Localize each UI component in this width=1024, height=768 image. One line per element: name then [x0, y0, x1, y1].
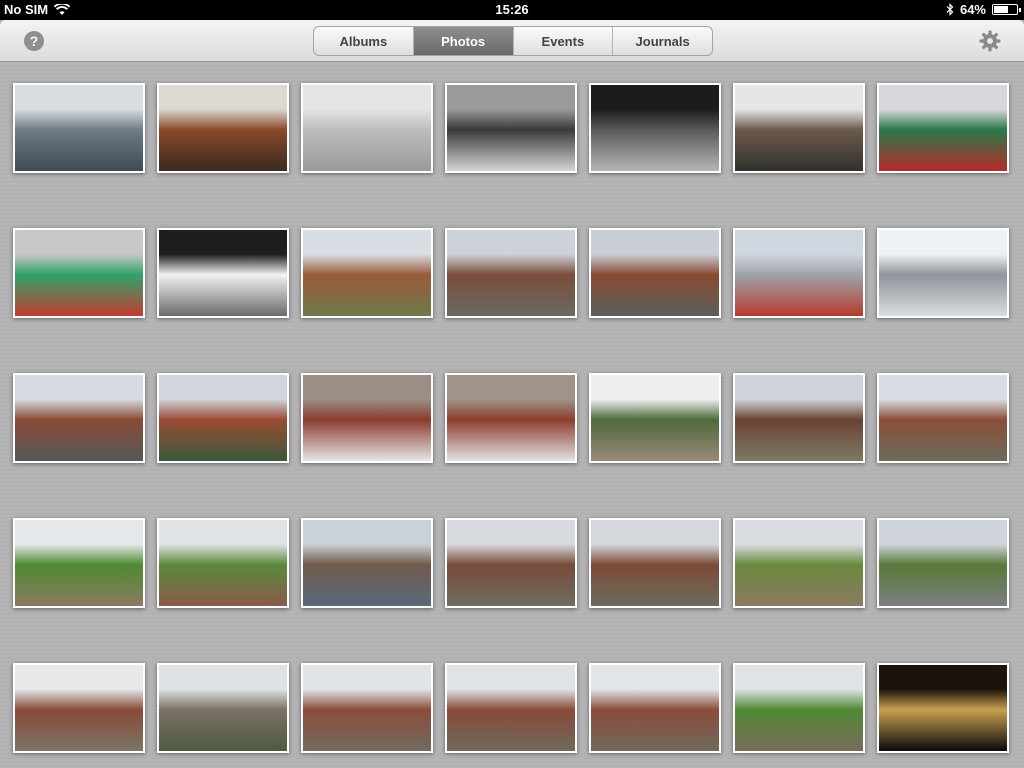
battery-icon	[992, 4, 1021, 15]
status-right: 64%	[946, 2, 1021, 17]
photo-thumbnail[interactable]	[301, 373, 433, 463]
photo-image	[591, 375, 719, 461]
photo-thumbnail[interactable]	[589, 518, 721, 608]
photo-thumbnail[interactable]	[445, 663, 577, 753]
photo-thumbnail[interactable]	[157, 373, 289, 463]
photo-thumbnail[interactable]	[733, 518, 865, 608]
photo-image	[159, 375, 287, 461]
photo-image	[879, 375, 1007, 461]
photo-image	[447, 665, 575, 751]
photo-image	[303, 375, 431, 461]
battery-percent: 64%	[959, 2, 986, 17]
photo-image	[447, 375, 575, 461]
tab-journals[interactable]: Journals	[613, 27, 712, 55]
photo-grid	[0, 63, 1024, 768]
bluetooth-icon	[946, 3, 954, 16]
photo-thumbnail[interactable]	[13, 228, 145, 318]
photo-image	[15, 230, 143, 316]
status-bar: No SIM 15:26 64%	[0, 0, 1024, 20]
view-segmented-control: Albums Photos Events Journals	[313, 26, 713, 56]
photo-image	[735, 230, 863, 316]
photo-thumbnail[interactable]	[13, 663, 145, 753]
settings-gear-icon[interactable]	[978, 29, 1002, 53]
photo-thumbnail[interactable]	[589, 228, 721, 318]
photo-image	[159, 520, 287, 606]
photo-thumbnail[interactable]	[157, 518, 289, 608]
photo-thumbnail[interactable]	[301, 663, 433, 753]
photo-image	[879, 520, 1007, 606]
tab-photos[interactable]: Photos	[413, 27, 514, 55]
photo-image	[447, 230, 575, 316]
photo-image	[303, 230, 431, 316]
photo-image	[591, 665, 719, 751]
photo-thumbnail[interactable]	[445, 373, 577, 463]
photo-thumbnail[interactable]	[877, 518, 1009, 608]
photo-image	[303, 520, 431, 606]
photo-image	[879, 85, 1007, 171]
photo-thumbnail[interactable]	[445, 518, 577, 608]
photo-thumbnail[interactable]	[301, 83, 433, 173]
photo-image	[303, 665, 431, 751]
photo-image	[15, 375, 143, 461]
photo-thumbnail[interactable]	[301, 518, 433, 608]
photo-image	[303, 85, 431, 171]
toolbar: ? Albums Photos Events Journals	[0, 20, 1024, 62]
photo-image	[159, 85, 287, 171]
photo-thumbnail[interactable]	[733, 663, 865, 753]
clock: 15:26	[495, 2, 529, 17]
photo-image	[15, 85, 143, 171]
tab-albums[interactable]: Albums	[314, 27, 414, 55]
tab-events[interactable]: Events	[514, 27, 614, 55]
photo-thumbnail[interactable]	[877, 83, 1009, 173]
photo-image	[447, 85, 575, 171]
photo-thumbnail[interactable]	[877, 373, 1009, 463]
photo-image	[591, 520, 719, 606]
photo-thumbnail[interactable]	[733, 83, 865, 173]
photo-image	[159, 230, 287, 316]
photo-image	[591, 230, 719, 316]
photo-image	[879, 665, 1007, 751]
photo-image	[735, 375, 863, 461]
photo-thumbnail[interactable]	[157, 228, 289, 318]
photo-thumbnail[interactable]	[589, 83, 721, 173]
photo-thumbnail[interactable]	[301, 228, 433, 318]
photo-thumbnail[interactable]	[13, 373, 145, 463]
photo-image	[879, 230, 1007, 316]
photo-image	[159, 665, 287, 751]
photo-thumbnail[interactable]	[445, 83, 577, 173]
photo-image	[735, 85, 863, 171]
battery-level	[994, 6, 1009, 13]
photo-image	[735, 665, 863, 751]
photo-image	[447, 520, 575, 606]
help-icon: ?	[29, 33, 39, 49]
photo-image	[735, 520, 863, 606]
photo-thumbnail[interactable]	[157, 83, 289, 173]
photo-thumbnail[interactable]	[13, 83, 145, 173]
photo-image	[15, 665, 143, 751]
photo-thumbnail[interactable]	[733, 373, 865, 463]
photo-image	[15, 520, 143, 606]
photo-thumbnail[interactable]	[13, 518, 145, 608]
photo-thumbnail[interactable]	[589, 663, 721, 753]
photo-thumbnail[interactable]	[877, 663, 1009, 753]
photo-thumbnail[interactable]	[877, 228, 1009, 318]
photo-thumbnail[interactable]	[733, 228, 865, 318]
photo-thumbnail[interactable]	[157, 663, 289, 753]
photo-image	[591, 85, 719, 171]
photo-thumbnail[interactable]	[445, 228, 577, 318]
photo-thumbnail[interactable]	[589, 373, 721, 463]
help-button[interactable]: ?	[24, 31, 44, 51]
